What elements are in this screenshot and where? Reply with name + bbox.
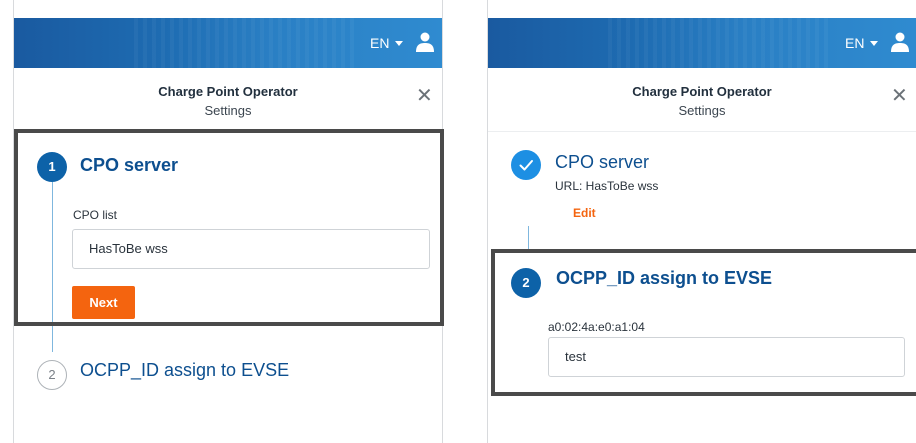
step-done-badge (511, 150, 541, 180)
evse-mac-label: a0:02:4a:e0:a1:04 (548, 320, 645, 334)
user-icon[interactable] (416, 32, 434, 52)
top-bar: EN (488, 18, 916, 68)
cpo-list-select[interactable]: HasToBe wss (72, 229, 430, 269)
language-selector[interactable]: EN (845, 35, 879, 51)
next-button[interactable]: Next (72, 286, 135, 319)
language-label: EN (370, 35, 390, 51)
chevron-down-icon (870, 41, 879, 46)
step-number-badge: 1 (37, 152, 67, 182)
cpo-server-url: URL: HasToBe wss (555, 179, 659, 193)
close-icon[interactable]: ✕ (416, 86, 433, 106)
language-selector[interactable]: EN (370, 35, 404, 51)
step-number-badge-pending: 2 (37, 360, 67, 390)
language-label: EN (845, 35, 865, 51)
dialog-title: Charge Point Operator (158, 84, 298, 99)
stepper-connector-line (52, 182, 53, 352)
close-icon[interactable]: ✕ (891, 86, 908, 106)
step-title-cpo-server[interactable]: CPO server (555, 152, 649, 173)
step-number-badge: 2 (511, 268, 541, 298)
step-title-cpo-server[interactable]: CPO server (80, 155, 178, 176)
settings-panel-right: EN Charge Point Operator Settings ✕ CPO … (487, 0, 916, 443)
ocpp-id-input[interactable]: test (548, 337, 905, 377)
dialog-header: Charge Point Operator Settings ✕ (14, 68, 442, 132)
stepper-connector-line (528, 226, 529, 252)
step-title-ocpp-id[interactable]: OCPP_ID assign to EVSE (80, 360, 289, 381)
top-bar-pattern (134, 18, 354, 68)
chevron-down-icon (395, 41, 404, 46)
user-icon[interactable] (891, 32, 909, 52)
settings-panel-left: EN Charge Point Operator Settings ✕ 1 CP… (13, 0, 443, 443)
checkmark-icon (519, 160, 533, 171)
dialog-subtitle: Settings (204, 103, 252, 118)
top-bar-pattern (608, 18, 828, 68)
dialog-title: Charge Point Operator (632, 84, 772, 99)
cpo-list-label: CPO list (73, 208, 118, 222)
top-bar: EN (14, 18, 442, 68)
step-title-ocpp-id[interactable]: OCPP_ID assign to EVSE (556, 268, 772, 289)
edit-link[interactable]: Edit (573, 206, 596, 220)
dialog-header: Charge Point Operator Settings ✕ (488, 68, 916, 132)
dialog-subtitle: Settings (678, 103, 726, 118)
